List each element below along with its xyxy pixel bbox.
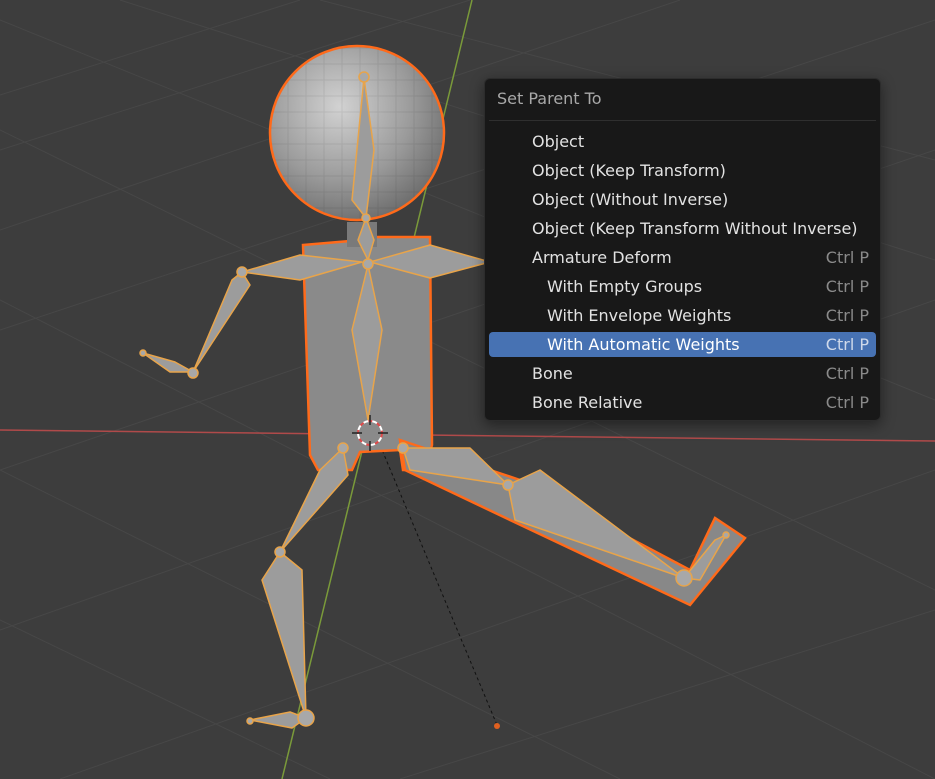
armature-origin-dot bbox=[494, 723, 500, 729]
left-forearm-bone[interactable] bbox=[192, 271, 251, 373]
menu-item-label: Bone Relative bbox=[532, 393, 643, 412]
menu-item-shortcut: Ctrl P bbox=[825, 277, 869, 296]
menu-item-label: With Envelope Weights bbox=[547, 306, 732, 325]
menu-item-shortcut: Ctrl P bbox=[825, 248, 869, 267]
menu-item-object-keep-transform[interactable]: Object (Keep Transform) bbox=[489, 158, 876, 183]
x-axis-line bbox=[0, 429, 935, 442]
menu-divider bbox=[489, 120, 876, 121]
menu-item-label: Armature Deform bbox=[532, 248, 672, 267]
menu-item-shortcut: Ctrl P bbox=[825, 335, 869, 354]
menu-item-object-without-inverse[interactable]: Object (Without Inverse) bbox=[489, 187, 876, 212]
menu-item-label: Object (Keep Transform Without Inverse) bbox=[532, 219, 858, 238]
menu-item-label: Object bbox=[532, 132, 585, 151]
menu-item-shortcut: Ctrl P bbox=[825, 393, 869, 412]
menu-item-shortcut: Ctrl P bbox=[825, 306, 869, 325]
menu-item-armature-deform[interactable]: Armature Deform Ctrl P bbox=[489, 245, 876, 270]
menu-item-object-keep-transform-without-inverse[interactable]: Object (Keep Transform Without Inverse) bbox=[489, 216, 876, 241]
menu-item-label: With Empty Groups bbox=[547, 277, 703, 296]
menu-item-object[interactable]: Object bbox=[489, 129, 876, 154]
menu-item-with-empty-groups[interactable]: With Empty Groups Ctrl P bbox=[489, 274, 876, 299]
set-parent-menu: Set Parent To Object Object (Keep Transfo… bbox=[484, 78, 881, 421]
menu-item-label: Object (Keep Transform) bbox=[532, 161, 726, 180]
menu-item-with-envelope-weights[interactable]: With Envelope Weights Ctrl P bbox=[489, 303, 876, 328]
menu-item-bone[interactable]: Bone Ctrl P bbox=[489, 361, 876, 386]
left-hand-bone[interactable] bbox=[142, 352, 194, 373]
menu-item-shortcut: Ctrl P bbox=[825, 364, 869, 383]
menu-title: Set Parent To bbox=[497, 89, 602, 108]
menu-item-bone-relative[interactable]: Bone Relative Ctrl P bbox=[489, 390, 876, 415]
menu-item-label: Bone bbox=[532, 364, 573, 383]
menu-item-with-automatic-weights[interactable]: With Automatic Weights Ctrl P bbox=[489, 332, 876, 357]
menu-item-label: With Automatic Weights bbox=[547, 335, 740, 354]
menu-item-label: Object (Without Inverse) bbox=[532, 190, 729, 209]
left-shin-bone[interactable] bbox=[261, 551, 307, 719]
